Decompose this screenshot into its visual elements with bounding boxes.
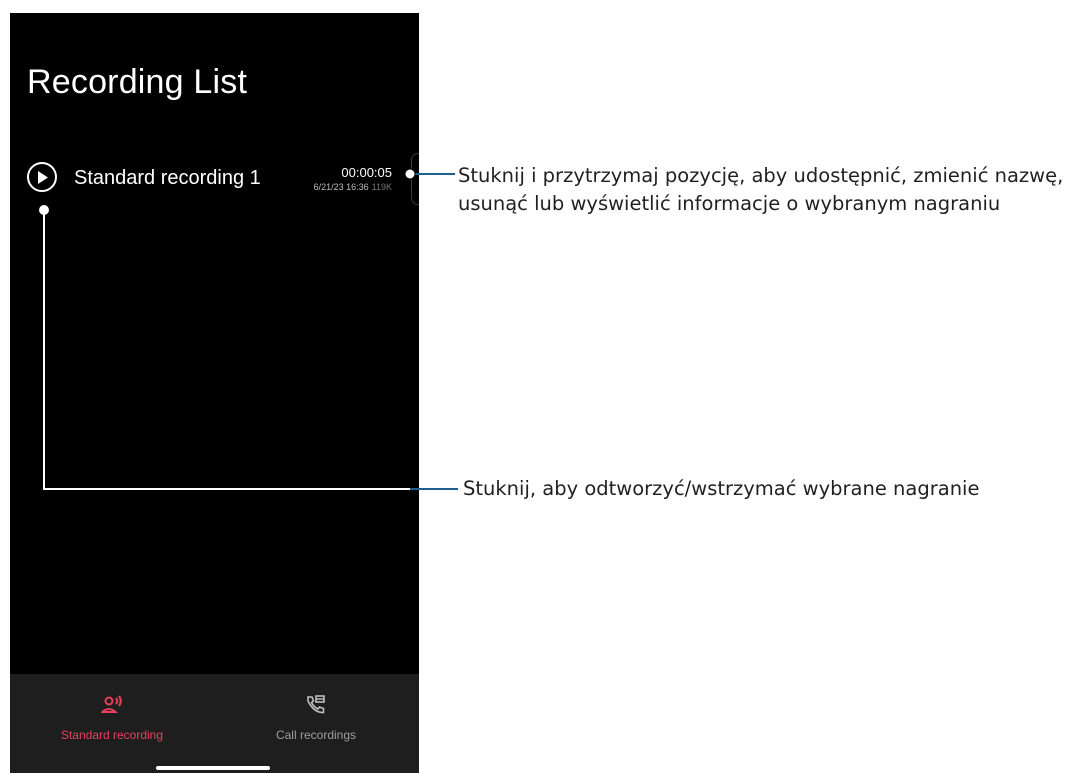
callout-lines	[39, 168, 458, 490]
callout-tap-play: Stuknij, aby odtworzyć/wstrzymać wybrane…	[463, 477, 980, 500]
callout-long-press-line2: usunąć lub wyświetlić informacje o wybra…	[458, 192, 1001, 215]
callout-long-press-line1: Stuknij i przytrzymaj pozycję, aby udost…	[458, 164, 1064, 187]
